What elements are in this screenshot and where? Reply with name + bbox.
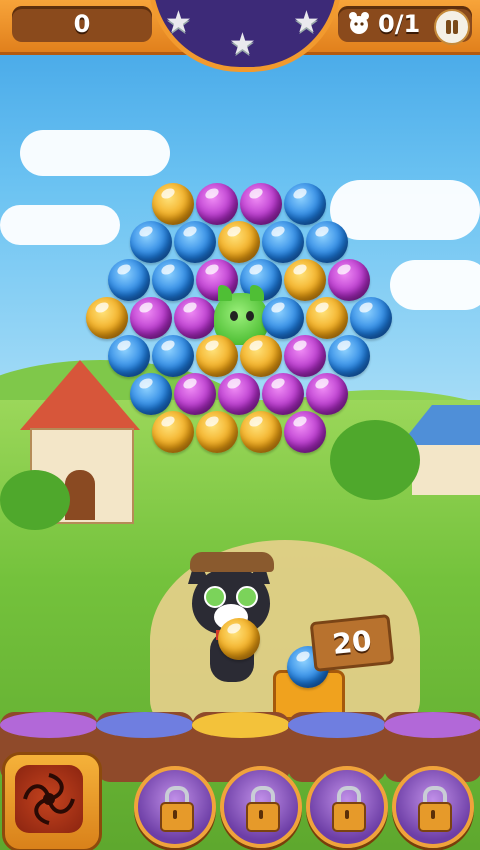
blue-bubble (130, 221, 172, 263)
cloud (330, 180, 480, 240)
blue-bubble (262, 297, 304, 339)
star-icon: ★ (293, 5, 320, 40)
purple-bubble (218, 373, 260, 415)
swirl-icon (15, 765, 83, 833)
pause-button[interactable] (434, 9, 470, 45)
swirl-booster-button[interactable] (2, 752, 102, 850)
purple-bubble (328, 259, 370, 301)
purple-bubble (284, 335, 326, 377)
locked-booster-slot-1[interactable] (134, 766, 216, 848)
locked-booster-slot-2[interactable] (220, 766, 302, 848)
score-box: 0 (12, 6, 152, 42)
blue-bubble (152, 335, 194, 377)
blue-bubble (174, 221, 216, 263)
star-icon: ★ (165, 5, 192, 40)
tree (330, 420, 420, 500)
yellow-bubble (218, 221, 260, 263)
yellow-bubble (240, 335, 282, 377)
moves-sign: 20 (309, 613, 395, 673)
blue-bubble (350, 297, 392, 339)
locked-booster-slot-3[interactable] (306, 766, 388, 848)
blue-bubble (284, 183, 326, 225)
score-value: 0 (73, 10, 91, 38)
blue-bubble (108, 259, 150, 301)
purple-bubble (284, 411, 326, 453)
purple-bubble (240, 183, 282, 225)
purple-bubble (174, 373, 216, 415)
yellow-bubble (152, 183, 194, 225)
yellow-bubble (196, 335, 238, 377)
purple-bubble (306, 373, 348, 415)
blue-bubble (108, 335, 150, 377)
pet-goal-icon (349, 12, 369, 34)
moves-left: 20 (330, 624, 374, 661)
blue-bubble (328, 335, 370, 377)
blue-bubble (306, 221, 348, 263)
current-bubble[interactable] (218, 618, 260, 660)
blue-bubble (262, 221, 304, 263)
star-icon: ★ (229, 27, 256, 62)
blue-bubble (130, 373, 172, 415)
yellow-bubble (86, 297, 128, 339)
yellow-bubble (284, 259, 326, 301)
locked-booster-slot-4[interactable] (392, 766, 474, 848)
yellow-bubble (306, 297, 348, 339)
purple-bubble (174, 297, 216, 339)
blue-bubble (152, 259, 194, 301)
yellow-bubble (240, 411, 282, 453)
cloud (390, 260, 480, 310)
yellow-bubble (152, 411, 194, 453)
cloud (20, 130, 170, 176)
purple-bubble (262, 373, 304, 415)
game-scene[interactable]: 20 0 ★ ★ ★ 0/1 (0, 0, 480, 850)
purple-bubble (196, 183, 238, 225)
purple-bubble (130, 297, 172, 339)
cloud (0, 205, 120, 245)
tree (0, 470, 70, 530)
goal-counter: 0/1 (378, 10, 421, 38)
yellow-bubble (196, 411, 238, 453)
